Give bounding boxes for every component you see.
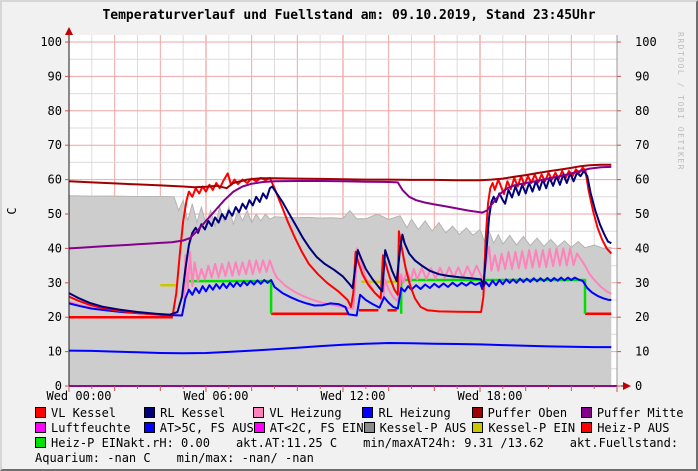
legend-item-rl-heizung: RL Heizung — [362, 406, 471, 420]
legend-item-label: Puffer Mitte — [597, 406, 684, 420]
legend-item-label: Kessel-P AUS — [380, 421, 467, 435]
chart-legend: VL Kessel RL Kessel VL Heizung RL Heizung Pu… — [35, 405, 690, 465]
y-axis-arrow — [65, 27, 73, 35]
legend-item-at-5c-fs-aus: AT>5C, FS AUS — [144, 421, 254, 435]
y-axis-tick-label: 90 — [635, 69, 649, 83]
y-axis-tick-label: 20 — [48, 310, 62, 324]
y-axis-tick-label: 70 — [48, 138, 62, 152]
legend-item-label: Heiz-P AUS — [597, 421, 669, 435]
temperature-chart: 0010102020303040405050606070708080909010… — [2, 2, 698, 404]
legend-item-label: Heiz-P EIN — [51, 436, 123, 450]
legend-item-label: VL Kessel — [51, 406, 116, 420]
y-axis-tick-label: 10 — [635, 345, 649, 359]
legend-swatch — [472, 422, 483, 433]
legend-item-label: Luftfeuchte — [51, 421, 130, 435]
legend-swatch — [35, 437, 46, 448]
legend-item-label: Kessel-P EIN — [488, 421, 575, 435]
legend-row: Luftfeuchte AT>5C, FS AUS AT<2C, FS EIN Kes… — [35, 420, 690, 435]
legend-swatch — [362, 407, 373, 418]
legend-item-vl-kessel: VL Kessel — [35, 406, 144, 420]
legend-swatch — [364, 422, 375, 433]
legend-footer-row: Aquarium: -nan C min/max: -nan/ -nan — [35, 450, 690, 465]
y-axis-tick-label: 100 — [40, 35, 62, 49]
legend-swatch — [253, 407, 264, 418]
legend-swatch — [254, 422, 265, 433]
legend-item-heiz-p-ein: Heiz-P EIN — [35, 436, 123, 450]
y-axis-tick-label: 70 — [635, 138, 649, 152]
y-axis-tick-label: 0 — [635, 379, 642, 393]
legend-item-label: AT>5C, FS AUS — [160, 421, 254, 435]
stat-value: akt.Fuellstand: 39 — [570, 436, 698, 450]
legend-item-puffer-mitte: Puffer Mitte — [581, 406, 690, 420]
legend-swatch — [581, 407, 592, 418]
y-axis-tick-label: 80 — [48, 104, 62, 118]
stat-value: akt.rH: 0.00 — [123, 436, 210, 450]
legend-item-luftfeuchte: Luftfeuchte — [35, 421, 144, 435]
legend-item-kessel-p-ein: Kessel-P EIN — [472, 421, 581, 435]
legend-item-label: AT<2C, FS EIN — [270, 421, 364, 435]
legend-stats-row: Heiz-P EINakt.rH: 0.00 akt.AT:11.25 C min/… — [35, 435, 690, 450]
x-axis-arrow — [623, 382, 631, 390]
y-axis-tick-label: 90 — [48, 69, 62, 83]
legend-swatch — [35, 407, 46, 418]
legend-item-rl-kessel: RL Kessel — [144, 406, 253, 420]
y-axis-tick-label: 100 — [635, 35, 657, 49]
legend-item-label: RL Heizung — [378, 406, 450, 420]
legend-swatch — [35, 422, 46, 433]
legend-item-kessel-p-aus: Kessel-P AUS — [364, 421, 473, 435]
legend-item-label: VL Heizung — [269, 406, 341, 420]
legend-item-at-2c-fs-ein: AT<2C, FS EIN — [254, 421, 364, 435]
legend-swatch — [472, 407, 483, 418]
footer-value: Aquarium: -nan C — [35, 451, 151, 465]
y-axis-tick-label: 40 — [635, 241, 649, 255]
x-axis-tick-label: Wed 12:00 — [320, 389, 385, 403]
x-axis-tick-label: Wed 06:00 — [183, 389, 248, 403]
legend-item-vl-heizung: VL Heizung — [253, 406, 362, 420]
y-axis-tick-label: 20 — [635, 310, 649, 324]
y-axis-tick-label: 50 — [48, 207, 62, 221]
y-axis-tick-label: 30 — [635, 276, 649, 290]
x-axis-tick-label: Wed 18:00 — [457, 389, 522, 403]
rrdtool-graph-frame: Temperaturverlauf und Fuellstand am: 09.… — [0, 0, 698, 471]
stat-value: akt.AT:11.25 C — [236, 436, 337, 450]
stat-value: min/maxAT24h: 9.31 /13.62 — [363, 436, 544, 450]
legend-item-label: Puffer Oben — [488, 406, 567, 420]
legend-swatch — [144, 407, 155, 418]
y-axis-tick-label: 80 — [635, 104, 649, 118]
y-axis-tick-label: 30 — [48, 276, 62, 290]
y-axis-tick-label: 10 — [48, 345, 62, 359]
legend-item-puffer-oben: Puffer Oben — [472, 406, 581, 420]
x-axis-tick-label: Wed 00:00 — [46, 389, 111, 403]
legend-item-heiz-p-aus: Heiz-P AUS — [581, 421, 690, 435]
legend-swatch — [581, 422, 592, 433]
footer-value: min/max: -nan/ -nan — [177, 451, 314, 465]
y-axis-tick-label: 50 — [635, 207, 649, 221]
legend-item-label: RL Kessel — [160, 406, 225, 420]
y-axis-tick-label: 40 — [48, 241, 62, 255]
y-axis-tick-label: 60 — [635, 173, 649, 187]
legend-row: VL Kessel RL Kessel VL Heizung RL Heizung Pu… — [35, 405, 690, 420]
legend-swatch — [144, 422, 155, 433]
y-axis-tick-label: 60 — [48, 173, 62, 187]
